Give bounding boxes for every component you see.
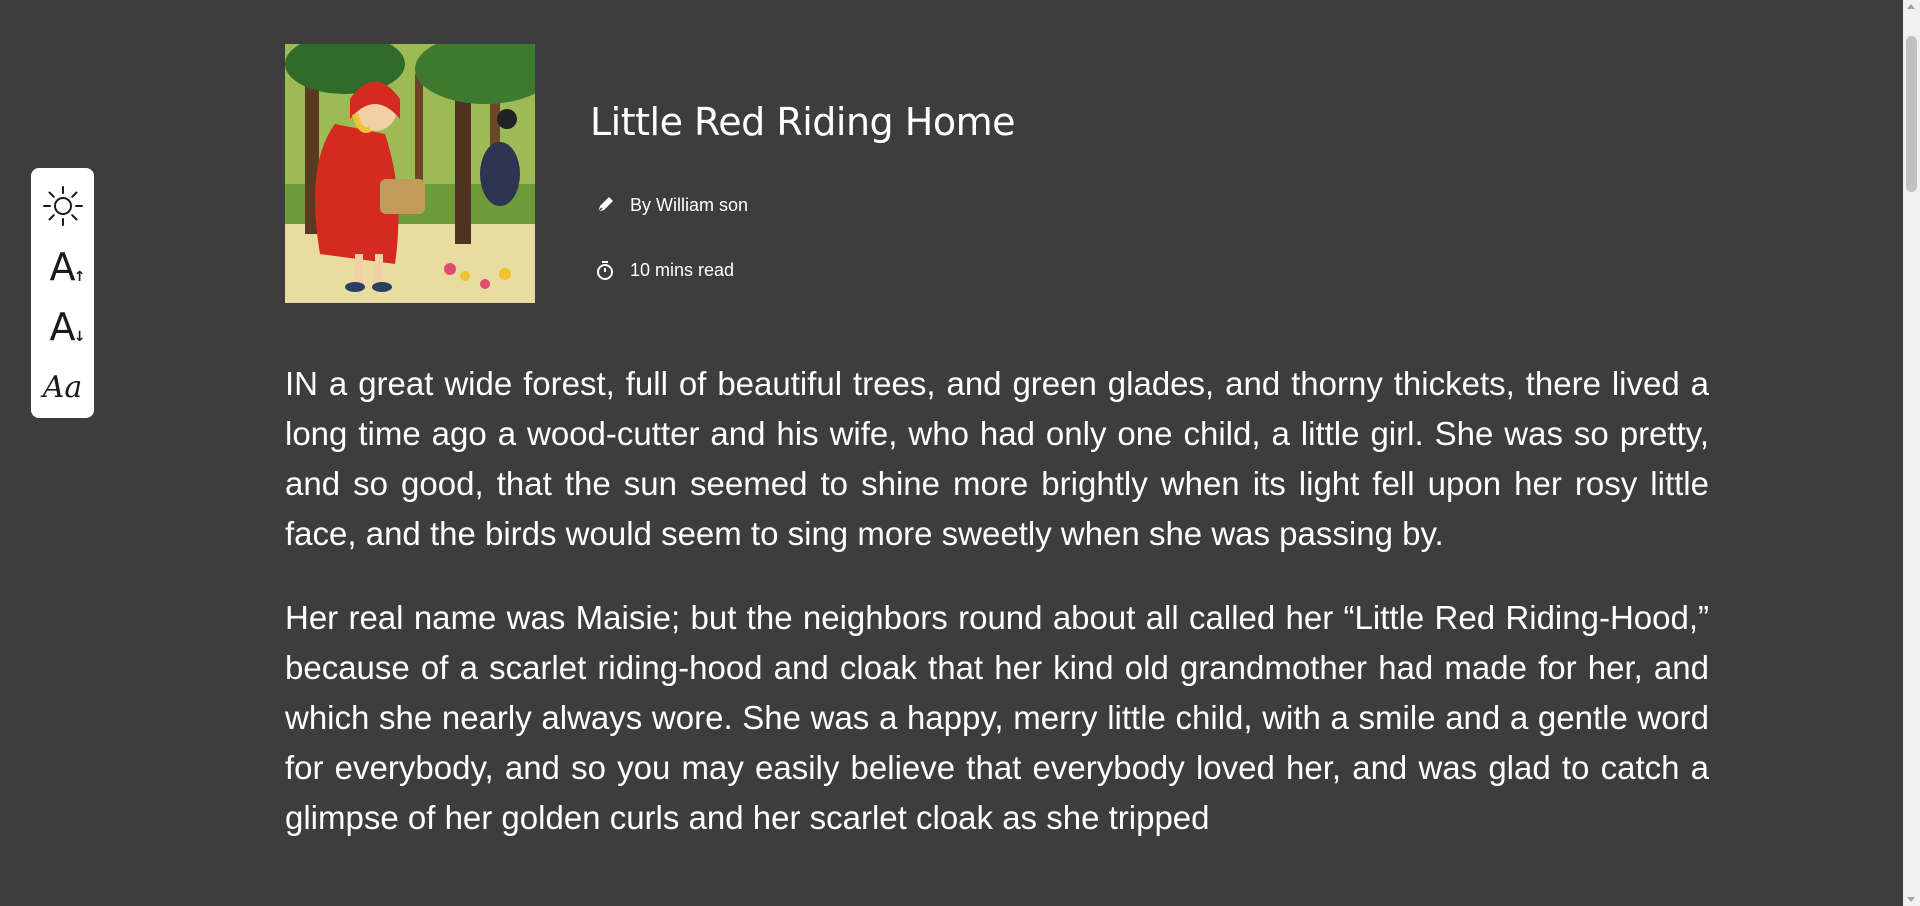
reader-toolbar: A ↑ A ↓ Aa [31,168,94,418]
scroll-up-icon[interactable] [1907,4,1915,9]
story-body: IN a great wide forest, full of beautifu… [285,359,1709,877]
story-read-time: 10 mins read [594,259,734,281]
story-paragraph: IN a great wide forest, full of beautifu… [285,365,1709,552]
cover-illustration [285,44,535,303]
font-family-icon: Aa [42,370,83,406]
brightness-button[interactable] [31,176,94,237]
decrease-font-button[interactable]: A ↓ [31,297,94,358]
font-family-button[interactable]: Aa [31,358,94,419]
brightness-icon [41,184,85,228]
stopwatch-icon [594,259,616,281]
increase-font-button[interactable]: A ↑ [31,237,94,298]
reader-page: A ↑ A ↓ Aa Little Red Riding Home By Wil… [0,0,1920,906]
author-label: By William son [630,194,749,215]
scroll-down-icon[interactable] [1907,897,1915,902]
decrease-font-icon: A ↓ [49,305,86,350]
read-time-label: 10 mins read [630,259,735,280]
story-paragraph: Her real name was Maisie; but the neighb… [285,599,1709,836]
story-title: Little Red Riding Home [590,100,1015,144]
increase-font-icon: A ↑ [49,244,86,289]
pen-icon [594,194,616,216]
scroll-thumb[interactable] [1906,36,1917,192]
page-scrollbar[interactable] [1903,0,1920,906]
story-author: By William son [594,194,748,216]
